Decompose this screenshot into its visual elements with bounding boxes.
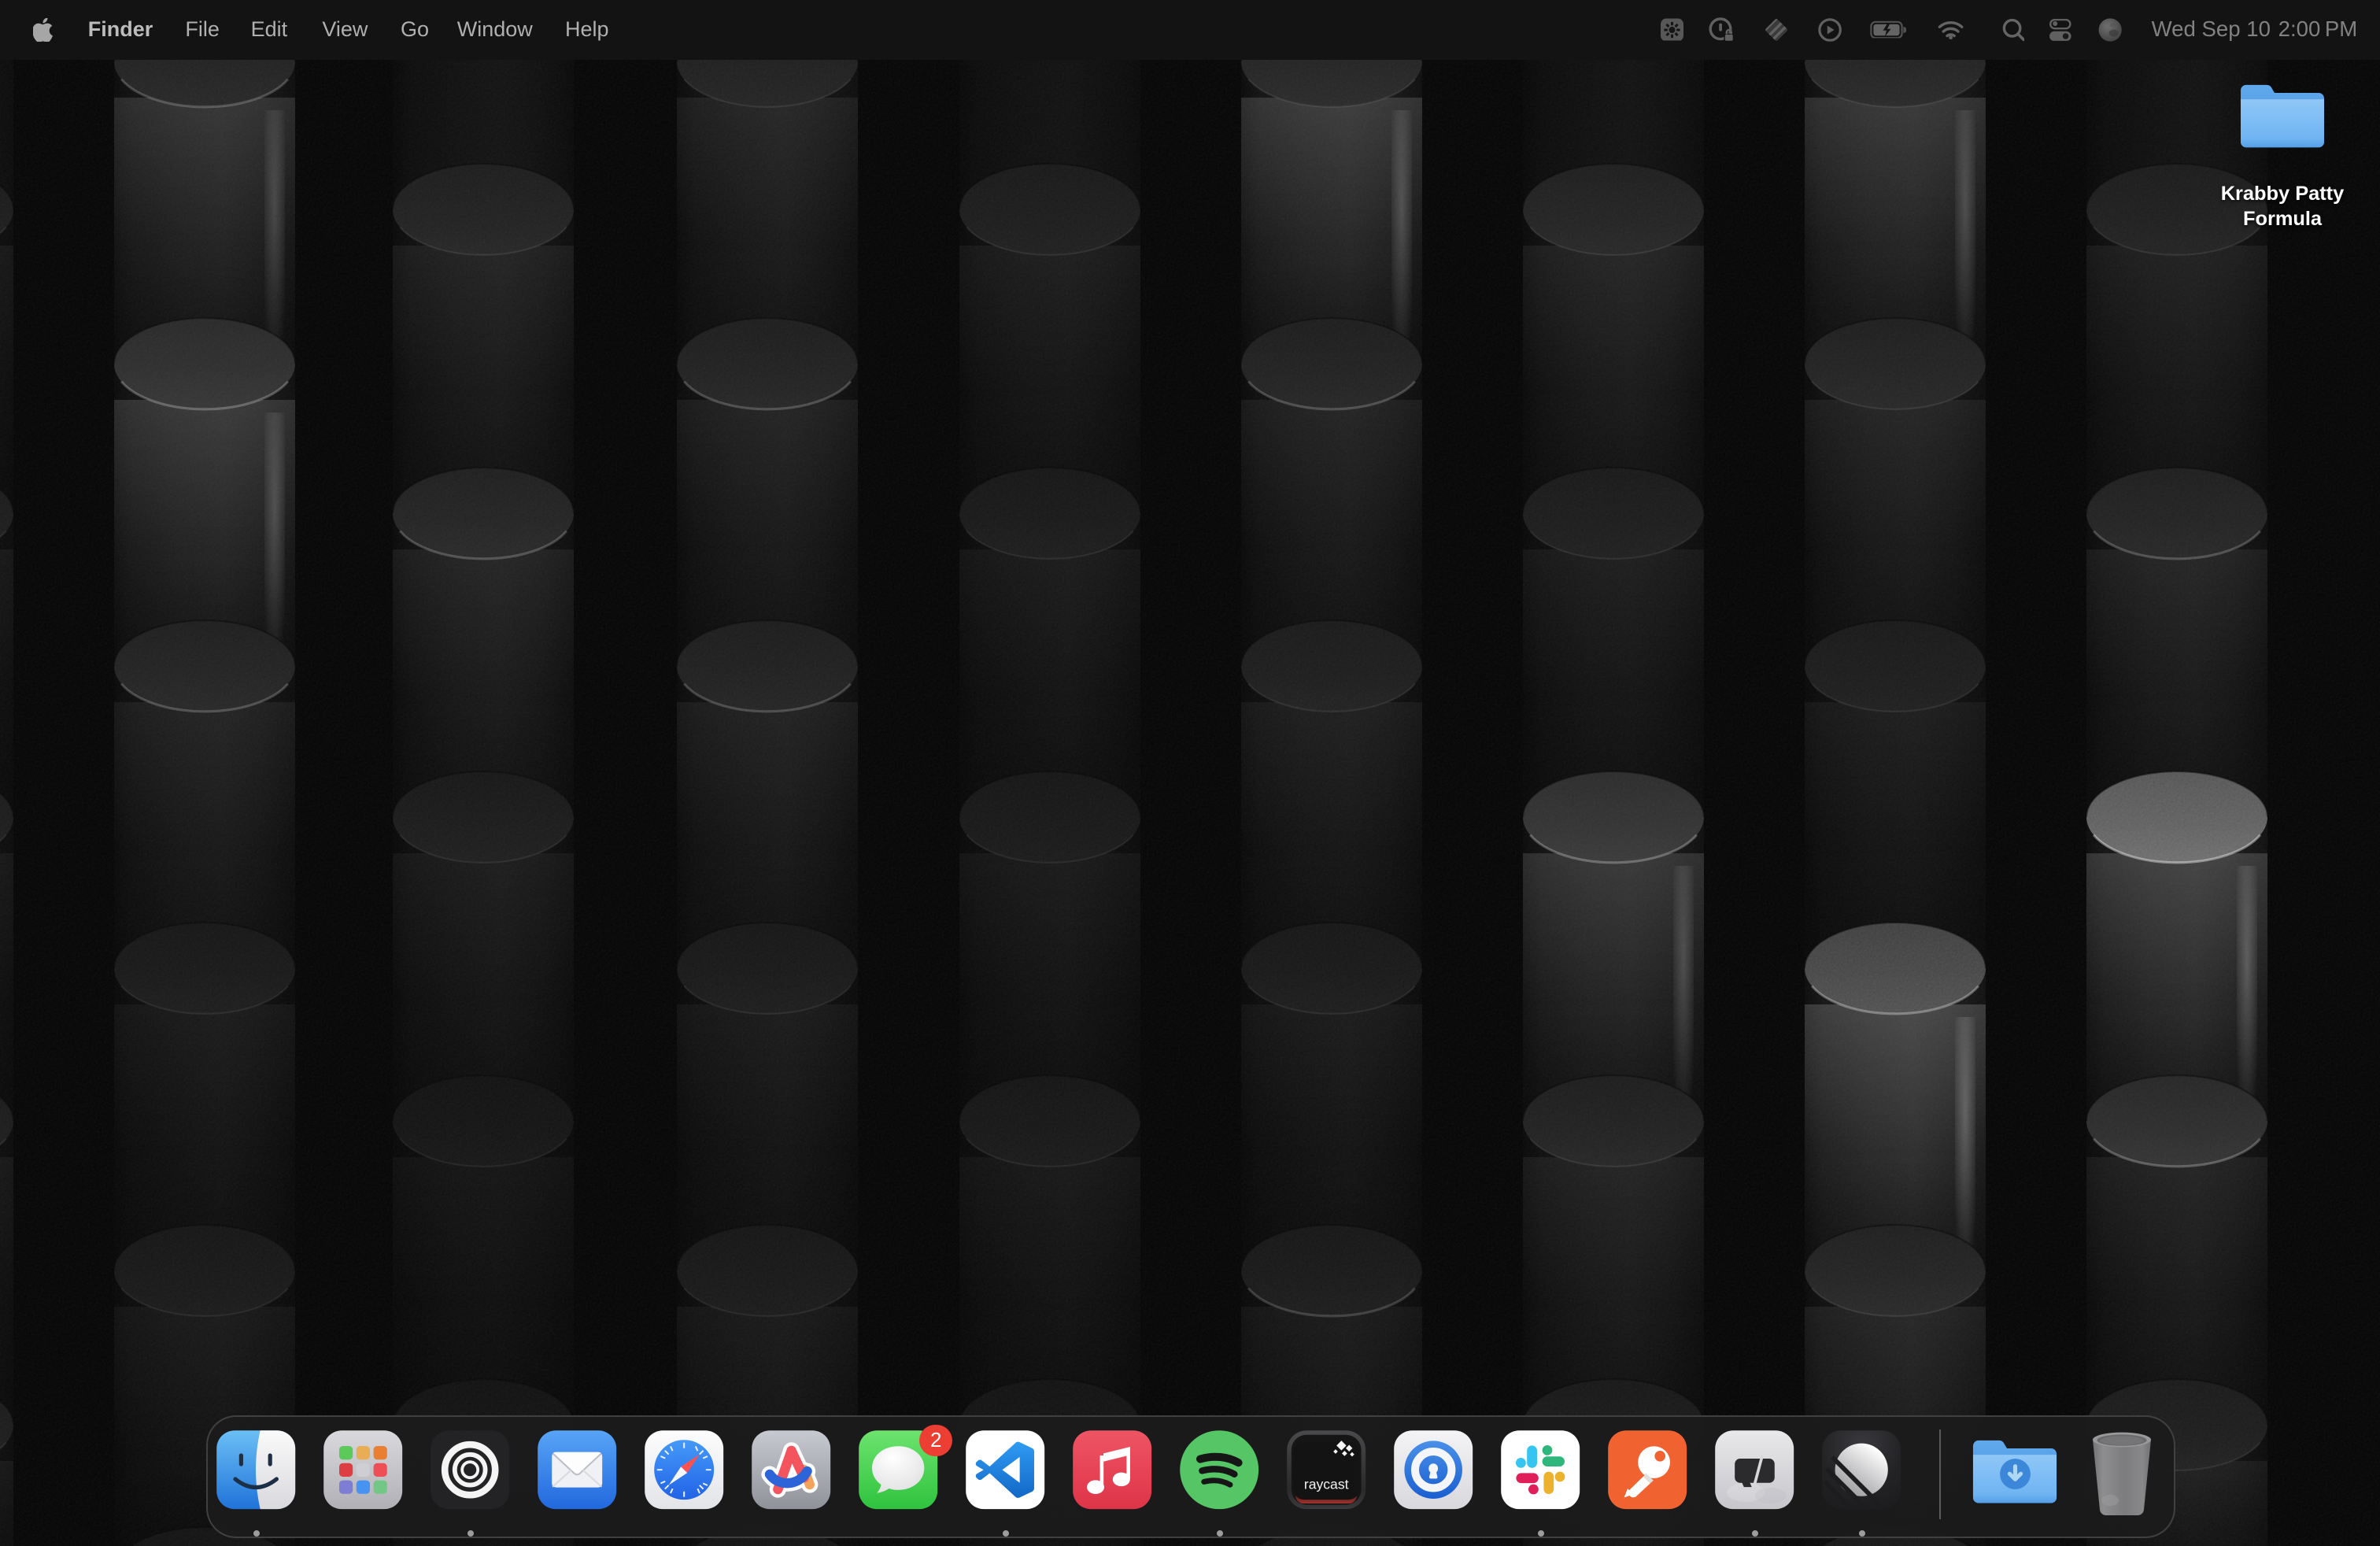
svg-text:raycast: raycast [1304, 1477, 1349, 1492]
